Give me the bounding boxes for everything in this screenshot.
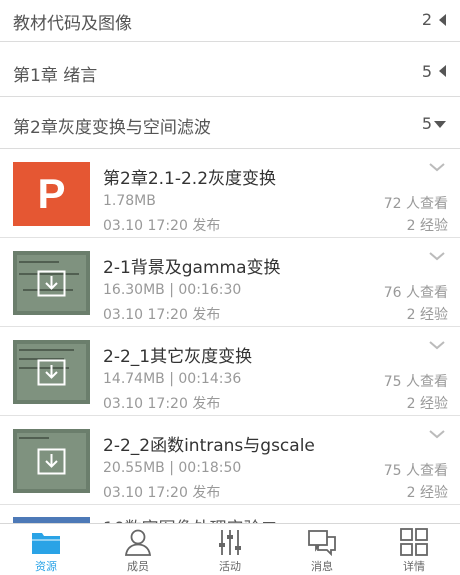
resource-exp: 2 经验: [406, 218, 448, 234]
resource-views: 75 人查看: [383, 374, 448, 390]
resource-exp: 2 经验: [406, 396, 448, 412]
tab-label: 消息: [311, 560, 333, 573]
resource-date: 03.10 17:20 发布: [103, 485, 221, 501]
resource-date: 03.10 17:20 发布: [103, 307, 221, 323]
resource-exp: 2 经验: [406, 485, 448, 501]
sliders-icon: [219, 530, 241, 555]
ppt-letter: P: [37, 170, 66, 217]
section-count: 2: [421, 10, 432, 29]
resource-title: 2-2_2函数intrans与gscale: [103, 436, 315, 456]
resource-date: 03.10 17:20 发布: [103, 396, 221, 412]
download-icon[interactable]: [37, 270, 66, 297]
resource-views: 76 人查看: [383, 285, 448, 301]
section-title: 第1章 绪言: [13, 66, 98, 86]
folder-icon: [32, 533, 60, 554]
resource-size-duration: 20.55MB | 00:18:50: [103, 460, 242, 476]
resource-size-duration: 16.30MB | 00:16:30: [103, 282, 242, 298]
tab-label: 详情: [403, 560, 425, 573]
download-icon[interactable]: [37, 359, 66, 386]
resource-views: 72 人查看: [383, 196, 448, 212]
tab-label: 资源: [35, 560, 57, 573]
video-thumbnail: [13, 251, 90, 315]
download-icon[interactable]: [37, 448, 66, 475]
section-title: 第2章灰度变换与空间滤波: [13, 118, 211, 138]
chevron-down-icon[interactable]: [428, 428, 446, 440]
tab-messages[interactable]: 消息: [276, 524, 368, 575]
video-thumbnail: [13, 429, 90, 493]
section-count: 5: [421, 114, 432, 133]
ppt-thumbnail: P: [13, 162, 90, 226]
chat-icon: [308, 530, 336, 556]
video-thumbnail: [13, 340, 90, 404]
resource-title: 第2章2.1-2.2灰度变换: [103, 169, 277, 189]
resource-item[interactable]: 2-1背景及gamma变换 16.30MB | 00:16:30 03.10 1…: [0, 238, 460, 327]
section-count: 5: [421, 62, 432, 81]
person-icon: [124, 529, 152, 556]
tab-label: 活动: [219, 560, 241, 573]
resource-title: 2-2_1其它灰度变换: [103, 347, 253, 367]
resource-item[interactable]: P 第2章2.1-2.2灰度变换 1.78MB 03.10 17:20 发布 7…: [0, 149, 460, 238]
resource-item[interactable]: 2-2_1其它灰度变换 14.74MB | 00:14:36 03.10 17:…: [0, 327, 460, 416]
chevron-down-icon[interactable]: [428, 250, 446, 262]
resource-exp: 2 经验: [406, 307, 448, 323]
chevron-down-icon[interactable]: [428, 161, 446, 173]
resource-item[interactable]: 2-2_2函数intrans与gscale 20.55MB | 00:18:50…: [0, 416, 460, 505]
resource-size-duration: 14.74MB | 00:14:36: [103, 371, 242, 387]
tab-details[interactable]: 详情: [368, 524, 460, 575]
grid-icon: [400, 528, 428, 556]
tab-label: 成员: [127, 560, 149, 573]
resource-views: 75 人查看: [383, 463, 448, 479]
chevron-down-icon[interactable]: [428, 339, 446, 351]
caret-left-icon: [439, 14, 446, 26]
section-chapter-2[interactable]: 第2章灰度变换与空间滤波 5: [0, 97, 460, 149]
resource-size: 1.78MB: [103, 193, 156, 209]
resource-title: 2-1背景及gamma变换: [103, 258, 281, 278]
tab-activities[interactable]: 活动: [184, 524, 276, 575]
caret-down-icon: [434, 121, 446, 128]
tab-members[interactable]: 成员: [92, 524, 184, 575]
section-textbook-code[interactable]: 教材代码及图像 2: [0, 0, 460, 42]
section-chapter-1[interactable]: 第1章 绪言 5: [0, 42, 460, 97]
caret-left-icon: [439, 65, 446, 77]
resource-date: 03.10 17:20 发布: [103, 218, 221, 234]
bottom-tab-bar: 资源 成员 活动 消息 详情: [0, 523, 460, 575]
tab-resources[interactable]: 资源: [0, 524, 92, 575]
section-title: 教材代码及图像: [13, 14, 132, 34]
